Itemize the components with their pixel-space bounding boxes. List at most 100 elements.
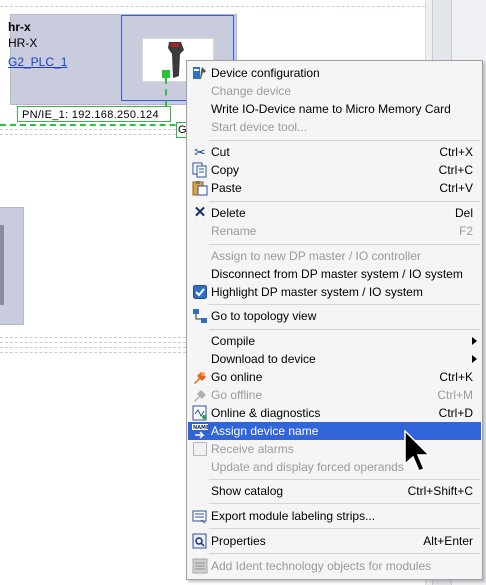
menu-item-shortcut: Ctrl+Shift+C: [407, 484, 473, 498]
menu-item-export-labeling-strips[interactable]: Export module labeling strips...: [188, 507, 481, 525]
menu-item-label: Export module labeling strips...: [211, 509, 376, 523]
copy-icon: [192, 162, 208, 178]
menu-item-online-diagnostics[interactable]: Online & diagnostics Ctrl+D: [188, 404, 481, 422]
menu-item-label: Compile: [211, 334, 256, 348]
menu-item-label: Write IO-Device name to Micro Memory Car…: [211, 102, 451, 116]
menu-item-highlight-dp-master[interactable]: Highlight DP master system / IO system: [188, 283, 481, 301]
menu-item-label: Highlight DP master system / IO system: [211, 285, 423, 299]
menu-item-label: Assign device name: [211, 424, 319, 438]
menu-separator: [209, 201, 480, 202]
menu-item-label: Delete: [211, 206, 246, 220]
menu-item-assign-device-name[interactable]: NAME Assign device name: [188, 422, 481, 440]
menu-item-label: Add Ident technology objects for modules: [211, 559, 432, 573]
menu-item-start-device-tool[interactable]: Start device tool...: [188, 118, 481, 136]
menu-item-download-to-device[interactable]: Download to device: [188, 350, 481, 368]
menu-item-label: Go offline: [211, 388, 263, 402]
menu-item-show-catalog[interactable]: Show catalog Ctrl+Shift+C: [188, 482, 481, 500]
submenu-arrow-icon: [472, 337, 477, 345]
menu-item-assign-dp-master[interactable]: Assign to new DP master / IO controller: [188, 247, 481, 265]
menu-item-label: Properties: [211, 534, 266, 548]
menu-item-add-ident-objects[interactable]: Add Ident technology objects for modules: [188, 557, 481, 575]
device-rail: [0, 225, 4, 305]
network-label: PN/IE_1: 192.168.250.124: [17, 106, 171, 122]
menu-item-receive-alarms[interactable]: Receive alarms: [188, 440, 481, 458]
menu-separator: [209, 244, 480, 245]
menu-item-label: Online & diagnostics: [211, 406, 321, 420]
properties-icon: [192, 533, 208, 549]
menu-item-label: Show catalog: [211, 484, 284, 498]
go-online-icon: [192, 369, 208, 385]
menu-item-label: Go to topology view: [211, 309, 317, 323]
menu-separator: [209, 479, 480, 480]
device-configuration-icon: [192, 65, 208, 81]
menu-item-cut[interactable]: ✂ Cut Ctrl+X: [188, 143, 481, 161]
menu-item-label: Change device: [211, 84, 292, 98]
menu-item-update-forced-operands[interactable]: Update and display forced operands: [188, 458, 481, 476]
grid-line: [0, 129, 186, 130]
go-offline-icon: [192, 387, 208, 403]
menu-separator: [209, 329, 480, 330]
context-menu: Device configuration Change device Write…: [186, 60, 483, 580]
grid-line: [0, 342, 186, 343]
controller-link[interactable]: G2_PLC_1: [8, 55, 67, 69]
menu-item-label: Device configuration: [211, 66, 320, 80]
menu-item-copy[interactable]: Copy Ctrl+C: [188, 161, 481, 179]
menu-item-compile[interactable]: Compile: [188, 332, 481, 350]
menu-item-shortcut: Ctrl+K: [439, 370, 473, 384]
grid-line: [0, 337, 186, 338]
device-type: HR-X: [8, 36, 38, 50]
menu-item-delete[interactable]: ✕ Delete Del: [188, 204, 481, 222]
menu-item-shortcut: Ctrl+C: [438, 163, 473, 177]
svg-text:NAME: NAME: [193, 425, 208, 431]
menu-separator: [209, 140, 480, 141]
menu-item-label: Update and display forced operands: [211, 460, 404, 474]
menu-item-label: Go online: [211, 370, 263, 384]
menu-item-label: Start device tool...: [211, 120, 308, 134]
menu-item-label: Rename: [211, 224, 257, 238]
menu-item-rename[interactable]: Rename F2: [188, 222, 481, 240]
menu-item-label: Download to device: [211, 352, 316, 366]
partial-device-box[interactable]: [0, 207, 24, 325]
menu-item-shortcut: Ctrl+X: [439, 145, 473, 159]
menu-item-label: Paste: [211, 181, 242, 195]
grid-line: [0, 6, 425, 7]
menu-item-change-device[interactable]: Change device: [188, 82, 481, 100]
menu-item-disconnect-dp-master[interactable]: Disconnect from DP master system / IO sy…: [188, 265, 481, 283]
menu-item-go-to-topology[interactable]: Go to topology view: [188, 307, 481, 325]
menu-item-go-online[interactable]: Go online Ctrl+K: [188, 368, 481, 386]
topology-view-icon: [192, 308, 208, 324]
online-diagnostics-icon: [192, 405, 208, 421]
menu-item-paste[interactable]: Paste Ctrl+V: [188, 179, 481, 197]
menu-item-label: Receive alarms: [211, 442, 294, 456]
menu-item-label: Assign to new DP master / IO controller: [211, 249, 421, 263]
menu-item-shortcut: Ctrl+M: [437, 388, 473, 402]
profinet-port-icon[interactable]: [162, 70, 170, 78]
highlight-checkbox-icon: [192, 284, 208, 300]
device-name: hr-x: [8, 20, 31, 34]
menu-item-properties[interactable]: Properties Alt+Enter: [188, 532, 481, 550]
menu-separator: [209, 553, 480, 554]
menu-item-shortcut: F2: [458, 224, 473, 238]
menu-item-shortcut: Del: [454, 206, 473, 220]
assign-name-icon: NAME: [192, 423, 208, 439]
export-labels-icon: [192, 508, 208, 524]
delete-x-icon: ✕: [193, 204, 207, 221]
menu-item-label: Disconnect from DP master system / IO sy…: [211, 267, 463, 281]
menu-separator: [209, 528, 480, 529]
menu-separator: [209, 503, 480, 504]
paste-icon: [192, 180, 208, 196]
grid-line: [0, 347, 186, 348]
menu-separator: [209, 304, 480, 305]
menu-item-shortcut: Ctrl+D: [438, 406, 473, 420]
menu-item-go-offline[interactable]: Go offline Ctrl+M: [188, 386, 481, 404]
grid-line: [0, 352, 186, 353]
menu-item-device-configuration[interactable]: Device configuration: [188, 64, 481, 82]
menu-item-write-io-device-name[interactable]: Write IO-Device name to Micro Memory Car…: [188, 100, 481, 118]
grid-line: [0, 134, 186, 135]
menu-item-label: Copy: [211, 163, 240, 177]
menu-item-shortcut: Ctrl+V: [439, 181, 473, 195]
receive-alarms-icon: [192, 441, 208, 457]
submenu-arrow-icon: [472, 355, 477, 363]
scissors-icon: ✂: [194, 144, 206, 160]
menu-item-shortcut: Alt+Enter: [423, 534, 473, 548]
